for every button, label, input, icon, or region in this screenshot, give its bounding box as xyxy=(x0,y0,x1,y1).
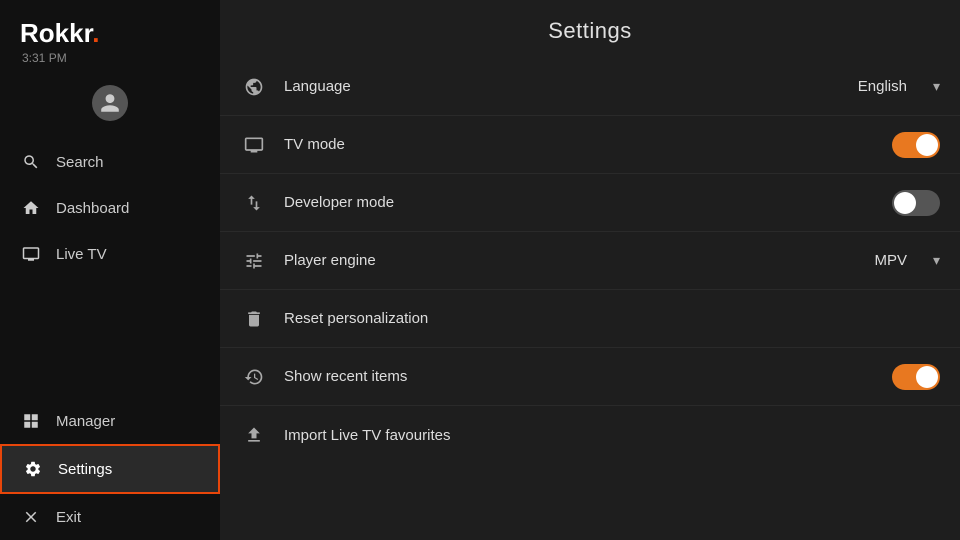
sidebar-item-label: Manager xyxy=(56,413,115,430)
sidebar-item-label: Dashboard xyxy=(56,200,129,217)
playerengine-value: MPV xyxy=(874,252,907,269)
sliders-icon xyxy=(240,251,268,271)
avatar-container xyxy=(0,73,220,129)
sidebar-item-label: Exit xyxy=(56,509,81,526)
globe-icon xyxy=(240,77,268,97)
settings-item-devmode[interactable]: Developer mode xyxy=(220,174,960,232)
sidebar-item-manager[interactable]: Manager xyxy=(0,398,220,444)
settings-item-playerengine[interactable]: Player engine MPV ▾ xyxy=(220,232,960,290)
sidebar-nav: Search Dashboard Live TV Manager xyxy=(0,129,220,540)
sidebar-item-search[interactable]: Search xyxy=(0,139,220,185)
playerengine-dropdown-arrow: ▾ xyxy=(933,252,940,269)
sidebar-item-label: Search xyxy=(56,154,104,171)
showrecent-toggle-knob xyxy=(916,366,938,388)
language-dropdown-arrow: ▾ xyxy=(933,78,940,95)
sidebar-item-exit[interactable]: Exit xyxy=(0,494,220,540)
main-content: Settings Language English ▾ TV mode xyxy=(220,0,960,540)
sidebar-item-label: Live TV xyxy=(56,246,107,263)
tvmode-label: TV mode xyxy=(284,136,876,153)
settings-item-language[interactable]: Language English ▾ xyxy=(220,58,960,116)
settings-list: Language English ▾ TV mode Developer mod… xyxy=(220,58,960,540)
x-icon xyxy=(20,508,42,526)
time-display: 3:31 PM xyxy=(22,51,67,65)
logo-dot: . xyxy=(92,18,99,48)
sidebar-item-dashboard[interactable]: Dashboard xyxy=(0,185,220,231)
language-value: English xyxy=(858,78,907,95)
page-title: Settings xyxy=(220,0,960,58)
trash-icon xyxy=(240,309,268,329)
showrecent-label: Show recent items xyxy=(284,368,876,385)
swap-icon xyxy=(240,193,268,213)
avatar[interactable] xyxy=(92,85,128,121)
tvmode-toggle-knob xyxy=(916,134,938,156)
user-icon xyxy=(99,92,121,114)
devmode-toggle[interactable] xyxy=(892,190,940,216)
logo: Rokkr. xyxy=(20,18,100,49)
monitor-icon xyxy=(240,135,268,155)
sidebar-header: Rokkr. 3:31 PM xyxy=(0,0,220,73)
search-icon xyxy=(20,153,42,171)
home-icon xyxy=(20,199,42,217)
tv-icon xyxy=(20,245,42,263)
resetpersonalization-label: Reset personalization xyxy=(284,310,940,327)
history-icon xyxy=(240,367,268,387)
gear-icon xyxy=(22,460,44,478)
settings-item-resetpersonalization[interactable]: Reset personalization xyxy=(220,290,960,348)
playerengine-label: Player engine xyxy=(284,252,858,269)
grid-icon xyxy=(20,412,42,430)
language-label: Language xyxy=(284,78,842,95)
settings-item-importlivetv[interactable]: Import Live TV favourites xyxy=(220,406,960,464)
tvmode-toggle[interactable] xyxy=(892,132,940,158)
devmode-label: Developer mode xyxy=(284,194,876,211)
sidebar-item-settings[interactable]: Settings xyxy=(0,444,220,494)
settings-item-showrecent[interactable]: Show recent items xyxy=(220,348,960,406)
upload-icon xyxy=(240,425,268,445)
settings-item-tvmode[interactable]: TV mode xyxy=(220,116,960,174)
importlivetv-label: Import Live TV favourites xyxy=(284,427,940,444)
sidebar-item-livetv[interactable]: Live TV xyxy=(0,231,220,277)
sidebar-item-label: Settings xyxy=(58,461,112,478)
showrecent-toggle[interactable] xyxy=(892,364,940,390)
sidebar: Rokkr. 3:31 PM Search Dashboard xyxy=(0,0,220,540)
devmode-toggle-knob xyxy=(894,192,916,214)
